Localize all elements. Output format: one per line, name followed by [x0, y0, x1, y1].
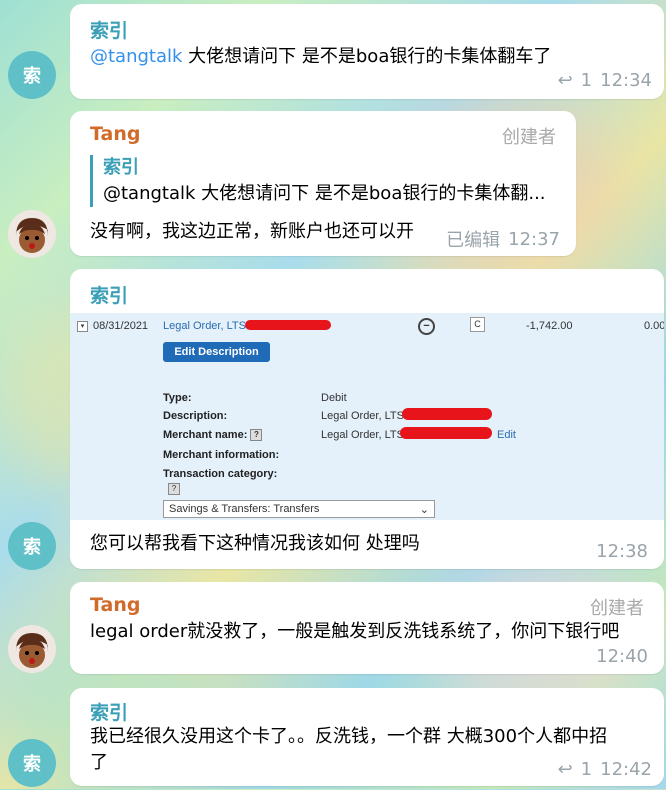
tang-avatar-icon — [8, 210, 56, 258]
message-meta: 12:38 — [596, 541, 648, 562]
role-badge: 创建者 — [590, 598, 644, 619]
message-text: legal order就没救了，一般是触发到反洗钱系统了，你问下银行吧 — [90, 621, 620, 642]
merchant-edit-link: Edit — [497, 429, 516, 441]
type-value: Debit — [321, 392, 347, 404]
avatar-tang[interactable] — [8, 210, 56, 258]
expand-toggle: ▾ — [77, 321, 88, 332]
sender-name[interactable]: Tang — [90, 123, 140, 145]
reply-count[interactable]: 1 — [581, 759, 592, 780]
category-help: ? — [168, 483, 180, 496]
message-meta: ↩ 1 12:42 — [558, 759, 652, 780]
edit-description-button: Edit Description — [163, 342, 270, 362]
message-time: 12:34 — [600, 70, 652, 91]
avatar-tang[interactable] — [8, 625, 56, 673]
quote-text: @tangtalk 大佬想请问下 是不是boa银行的卡集体翻... — [103, 183, 546, 204]
cleared-badge: C — [470, 317, 485, 332]
merchant-info-label: Merchant information: — [163, 449, 280, 461]
redaction-mark — [400, 427, 492, 439]
message-time: 12:42 — [600, 759, 652, 780]
minus-circle-icon: − — [418, 318, 435, 335]
message-bubble: 索引 ▾ 08/31/2021 Legal Order, LTS − C -1,… — [70, 269, 664, 569]
reply-count[interactable]: 1 — [581, 70, 592, 91]
sender-name[interactable]: Tang — [90, 594, 140, 616]
message-meta: 已编辑 12:37 — [446, 226, 560, 252]
message-time: 12:38 — [596, 541, 648, 562]
avatar-suoyin[interactable]: 索 — [8, 522, 56, 570]
message-time: 12:40 — [596, 646, 648, 667]
message-bubble: Tang 创建者 legal order就没救了，一般是触发到反洗钱系统了，你问… — [70, 582, 664, 674]
description-label: Description: — [163, 410, 228, 422]
quote-sender: 索引 — [103, 157, 139, 178]
message-meta: 12:40 — [596, 646, 648, 667]
txn-date: 08/31/2021 — [93, 320, 149, 332]
mention-link[interactable]: @tangtalk — [90, 46, 182, 67]
message-meta: ↩ 1 12:34 — [558, 70, 652, 91]
type-label: Type: — [163, 392, 192, 404]
redaction-mark — [402, 408, 492, 420]
help-icon: ? — [168, 483, 180, 496]
description-value: Legal Order, LTS — [321, 410, 404, 422]
reply-icon[interactable]: ↩ — [558, 70, 573, 91]
help-icon: ? — [250, 429, 263, 442]
message-bubble: 索引 我已经很久没用这个卡了。。反洗钱，一个群 大概300个人都中招 了 ↩ 1… — [70, 688, 664, 786]
chevron-down-icon: ⌄ — [419, 503, 429, 516]
txn-description-link: Legal Order, LTS — [163, 320, 246, 332]
message-bubble: Tang 创建者 索引 @tangtalk 大佬想请问下 是不是boa银行的卡集… — [70, 111, 576, 256]
message-time: 12:37 — [508, 228, 560, 250]
message-text: @tangtalk 大佬想请问下 是不是boa银行的卡集体翻车了 — [90, 46, 552, 67]
txn-amount: -1,742.00 — [526, 320, 573, 332]
embedded-screenshot[interactable]: ▾ 08/31/2021 Legal Order, LTS − C -1,742… — [70, 313, 664, 520]
reply-icon[interactable]: ↩ — [558, 759, 573, 780]
txn-balance: 0.00 — [644, 320, 664, 332]
category-select: Savings & Transfers: Transfers ⌄ — [163, 500, 435, 518]
reply-quote[interactable]: 索引 @tangtalk 大佬想请问下 是不是boa银行的卡集体翻... — [90, 155, 553, 207]
category-label: Transaction category: — [163, 468, 278, 480]
role-badge: 创建者 — [502, 127, 556, 148]
merchant-label: Merchant name: ? — [163, 429, 263, 442]
merchant-value: Legal Order, LTS — [321, 429, 404, 441]
tang-avatar-icon — [8, 625, 56, 673]
edited-label: 已编辑 — [446, 230, 501, 251]
message-text: 没有啊，我这边正常，新账户也还可以开 — [90, 221, 414, 242]
sender-name[interactable]: 索引 — [90, 698, 128, 725]
redaction-mark — [245, 320, 331, 330]
sender-name[interactable]: 索引 — [90, 16, 128, 43]
avatar-suoyin[interactable]: 索 — [8, 51, 56, 99]
message-text: 您可以帮我看下这种情况我该如何 处理吗 — [90, 533, 420, 554]
sender-name[interactable]: 索引 — [90, 281, 128, 308]
avatar-suoyin[interactable]: 索 — [8, 739, 56, 787]
message-bubble: 索引 @tangtalk 大佬想请问下 是不是boa银行的卡集体翻车了 ↩ 1 … — [70, 4, 664, 99]
